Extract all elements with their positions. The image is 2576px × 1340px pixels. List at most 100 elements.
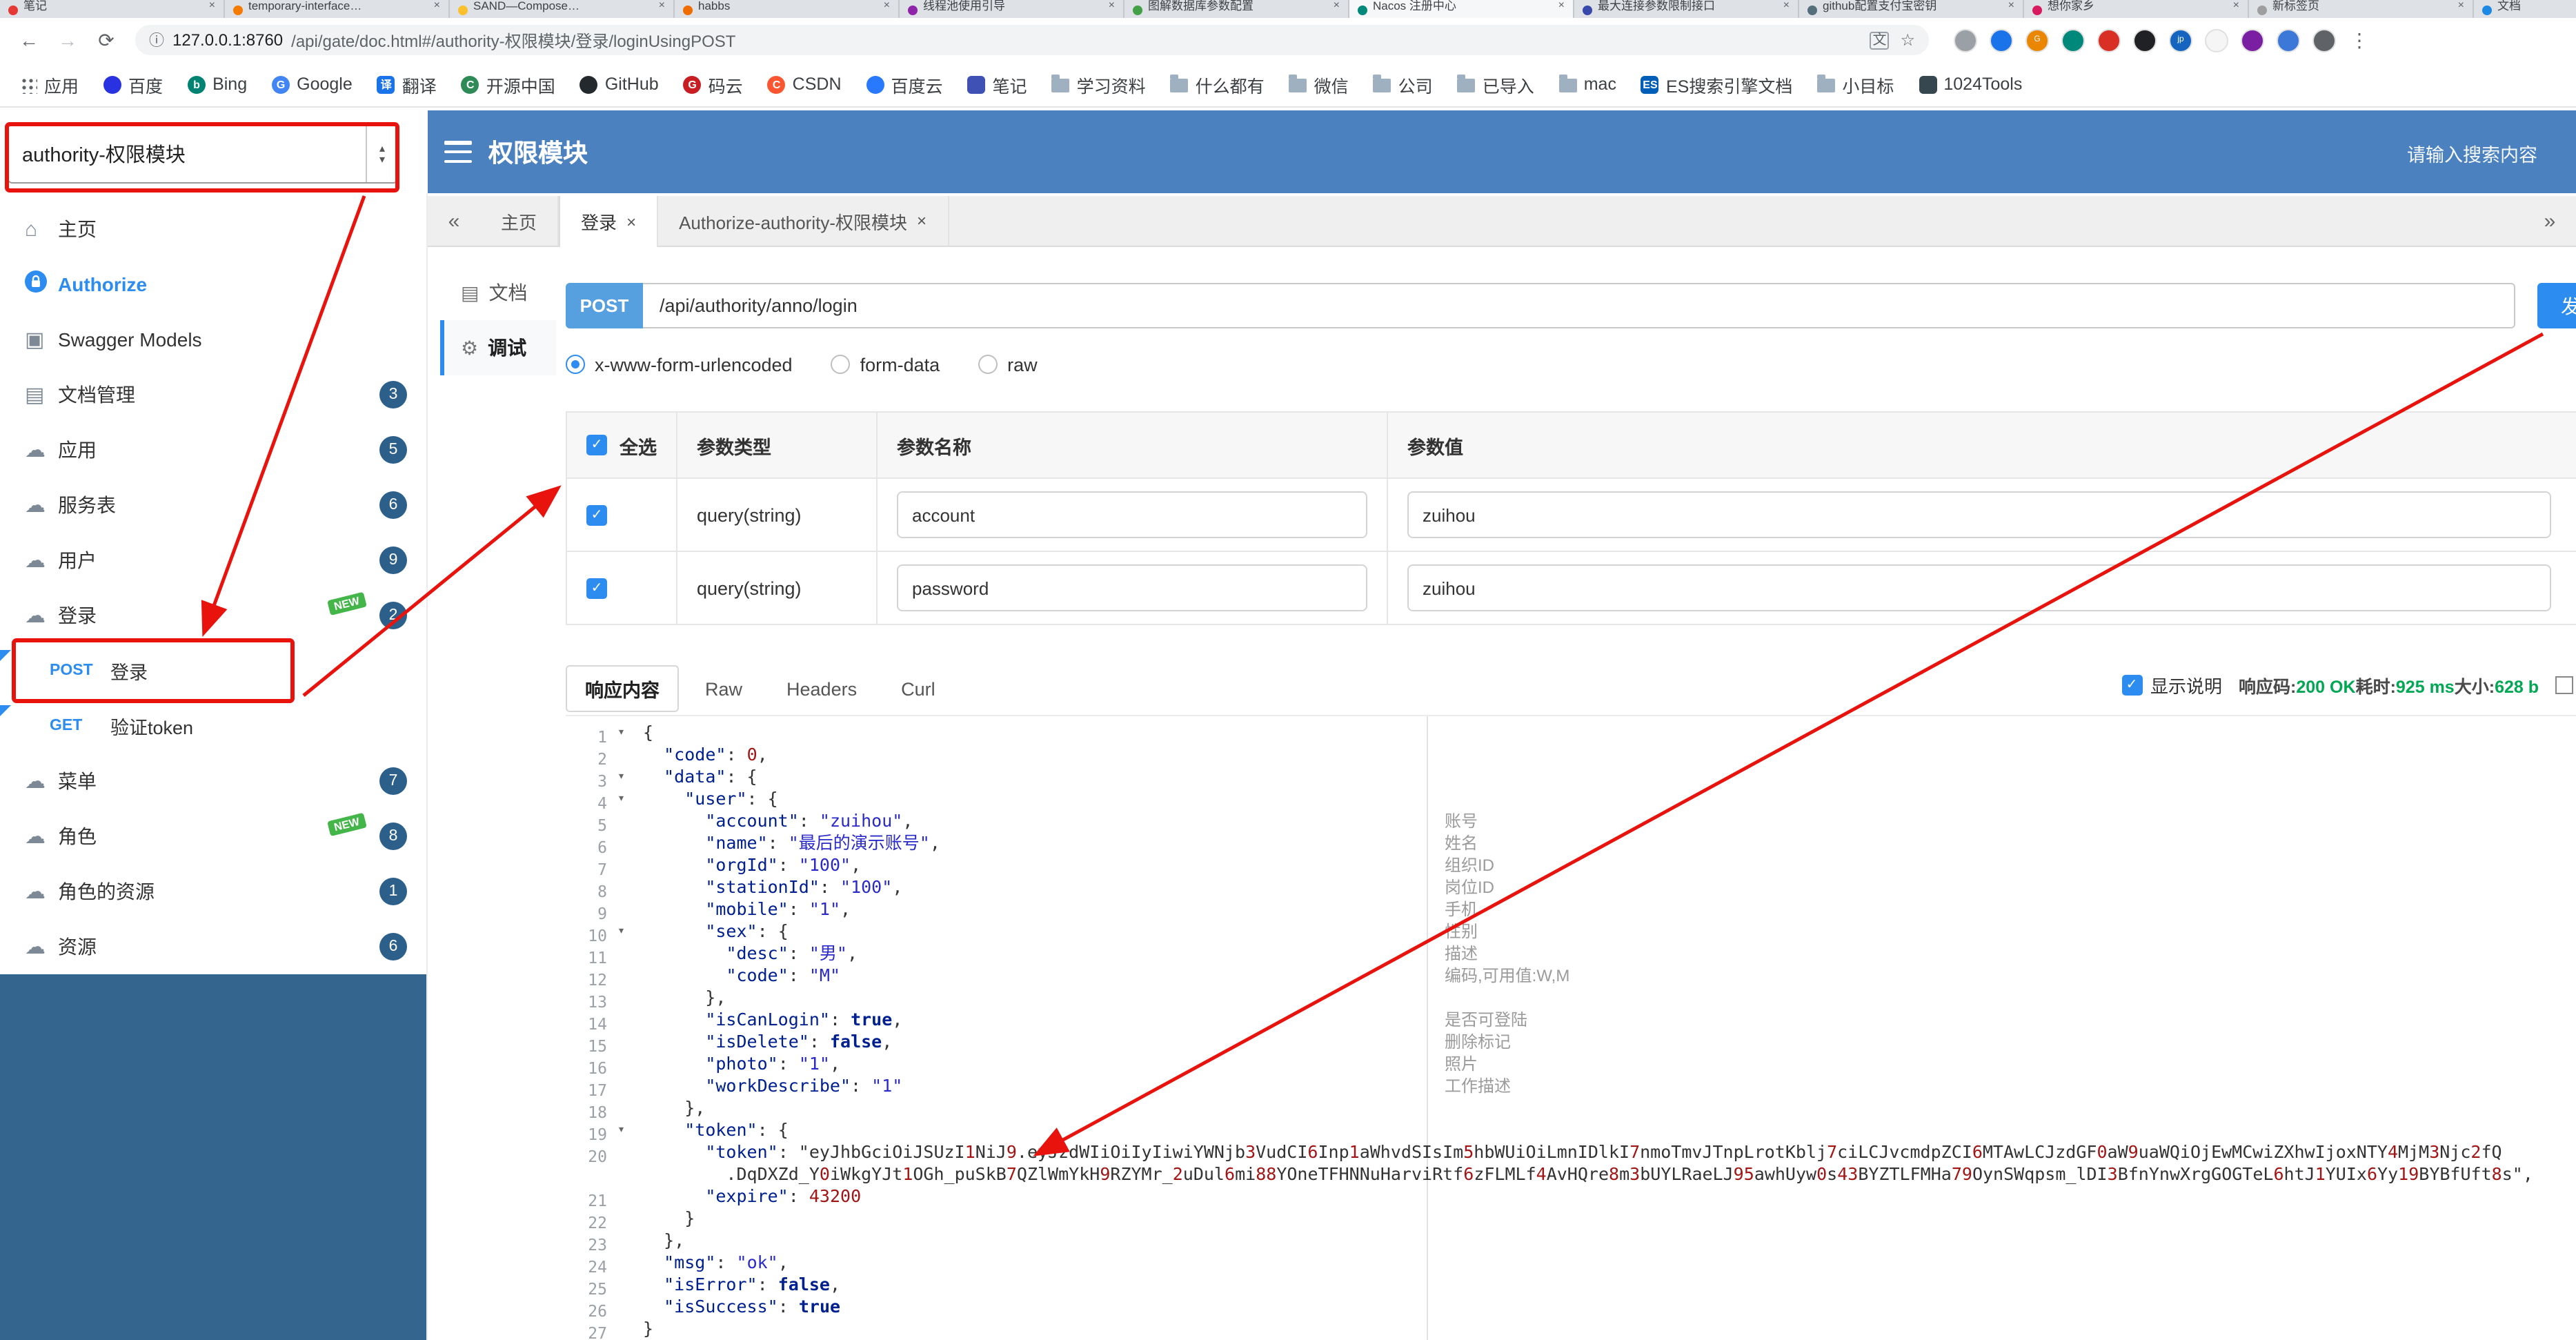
radio-x-www-form-urlencoded[interactable]: x-www-form-urlencoded [566,354,793,375]
bookmark-star-icon[interactable]: ☆ [1900,30,1915,50]
sidebar-item-login-group[interactable]: ☁ 登录 NEW 2 [0,588,426,643]
bookmark-item[interactable]: C 开源中国 [461,71,555,97]
browser-tab[interactable]: SAND—Compose… × [450,0,675,18]
bookmark-item[interactable]: mac [1558,75,1616,94]
sidebar-item-role[interactable]: ☁ 角色 NEW 8 [0,809,426,864]
fold-icon[interactable] [617,722,625,744]
browser-tab[interactable]: habbs × [675,0,900,18]
checkbox-checked-icon[interactable]: ✓ [586,435,607,455]
bookmark-item[interactable]: 应用 [19,71,79,97]
param-value-input[interactable] [1407,564,2551,611]
show-desc-checkbox[interactable]: ✓ 显示说明 [2121,672,2222,698]
sidebar-item-get-verify-token[interactable]: GET 验证token [0,698,426,753]
sidebar-item-menu[interactable]: ☁ 菜单 7 [0,753,426,809]
bookmark-item[interactable]: ES ES搜索引擎文档 [1641,71,1792,97]
sidebar-item-app[interactable]: ☁ 应用 5 [0,422,426,477]
extension-icon[interactable] [2277,28,2300,52]
translate-icon[interactable]: 文 [1870,31,1890,49]
bookmark-item[interactable]: 公司 [1373,71,1433,97]
bookmark-item[interactable]: 小目标 [1817,71,1894,97]
sidebar-item-user[interactable]: ☁ 用户 9 [0,533,426,588]
tab-authorize-authority[interactable]: Authorize-authority-权限模块 × [658,196,949,246]
expand-tabs-icon[interactable]: » [2524,196,2576,246]
tab-raw[interactable]: Raw [687,670,760,707]
bookmark-item[interactable]: b Bing [188,75,247,94]
fold-icon[interactable] [617,766,625,788]
radio-raw[interactable]: raw [978,354,1038,375]
close-icon[interactable]: × [884,0,890,11]
close-icon[interactable]: × [659,0,665,11]
bookmark-item[interactable]: 百度云 [866,71,943,97]
bookmark-item[interactable]: G Google [272,75,353,94]
forward-icon[interactable]: → [52,29,83,51]
bookmark-item[interactable]: 已导入 [1457,71,1534,97]
param-name-input[interactable] [897,491,1367,538]
sidebar-item-authorize[interactable]: Authorize [0,257,426,312]
extension-icon[interactable] [2097,28,2121,52]
bookmark-item[interactable]: 微信 [1289,71,1349,97]
reload-icon[interactable]: ⟳ [91,28,121,52]
address-bar[interactable]: ⓘ 127.0.0.1:8760 /api/gate/doc.html#/aut… [135,25,1929,55]
back-icon[interactable]: ← [14,29,44,51]
browser-tab[interactable]: temporary-interface… × [225,0,450,18]
tab-home[interactable]: 主页 [480,196,559,246]
checkbox-checked-icon[interactable]: ✓ [586,578,607,598]
fold-icon[interactable] [617,920,625,943]
close-icon[interactable]: × [626,212,636,231]
param-name-input[interactable] [897,564,1367,611]
close-icon[interactable]: × [1109,0,1115,11]
bookmark-item[interactable]: 百度 [103,71,163,97]
tab-login[interactable]: 登录 × [559,196,659,247]
response-editor[interactable]: 1 { 2 "code": 0, [566,715,2576,1340]
checkbox-checked-icon[interactable]: ✓ [586,504,607,525]
fold-icon[interactable] [617,788,625,810]
close-icon[interactable]: × [917,211,927,230]
bookmark-item[interactable]: G 码云 [683,71,743,97]
header-search-input[interactable]: 请输入搜索内容 [2407,139,2537,167]
bookmark-item[interactable]: 什么都有 [1170,71,1265,97]
bookmark-item[interactable]: 1024Tools [1919,75,2022,94]
extension-icon[interactable] [1990,28,2013,52]
tab-curl[interactable]: Curl [883,670,953,707]
sidebar-item-swagger-models[interactable]: ▣ Swagger Models [0,312,426,367]
extension-icon[interactable]: jp [2169,28,2192,52]
browser-tab[interactable]: 图解数据库参数配置 × [1124,0,1349,18]
bookmark-item[interactable]: GitHub [579,75,659,94]
close-icon[interactable]: × [209,0,215,11]
browser-tab[interactable]: 文档 × [2474,0,2576,18]
tab-docs[interactable]: ▤ 文档 [440,265,556,320]
tab-debug[interactable]: ⚙ 调试 [440,320,556,375]
extension-icon[interactable] [2205,28,2228,52]
sidebar-item-resource[interactable]: ☁ 资源 6 [0,919,426,974]
collapse-tabs-icon[interactable]: « [428,196,480,246]
fold-icon[interactable] [617,1119,625,1141]
extension-icon[interactable] [2061,28,2085,52]
close-icon[interactable]: × [2008,0,2014,11]
radio-form-data[interactable]: form-data [831,354,940,375]
sidebar-item-post-login[interactable]: POST 登录 [0,643,426,698]
extension-icon[interactable] [2241,28,2264,52]
table-header-select-all[interactable]: ✓ 全选 [567,413,677,479]
close-icon[interactable]: × [2233,0,2239,11]
fullscreen-icon[interactable] [2555,676,2573,694]
request-url-input[interactable] [643,283,2515,328]
extension-icon[interactable] [2312,28,2336,52]
tab-headers[interactable]: Headers [769,670,875,707]
close-icon[interactable]: × [1334,0,1340,11]
browser-tab[interactable]: 最大连接参数限制接口 × [1574,0,1799,18]
sidebar-item-service-table[interactable]: ☁ 服务表 6 [0,477,426,533]
close-icon[interactable]: × [1558,0,1565,11]
close-icon[interactable]: × [1783,0,1790,11]
close-icon[interactable]: × [2458,0,2464,11]
extension-icon[interactable] [2133,28,2157,52]
browser-tab[interactable]: Nacos 注册中心 × [1349,0,1574,18]
group-selector[interactable]: authority-权限模块 ▴ ▾ [7,124,399,184]
browser-tab[interactable]: 线程池使用引导 × [900,0,1124,18]
extension-icon[interactable] [1954,28,1977,52]
param-value-input[interactable] [1407,491,2551,538]
extension-icon[interactable]: G [2025,28,2049,52]
bookmark-item[interactable]: 译 翻译 [377,71,437,97]
sidebar-item-home[interactable]: ⌂ 主页 [0,201,426,257]
sidebar-item-role-resource[interactable]: ☁ 角色的资源 1 [0,864,426,919]
info-icon[interactable]: ⓘ [149,29,164,51]
